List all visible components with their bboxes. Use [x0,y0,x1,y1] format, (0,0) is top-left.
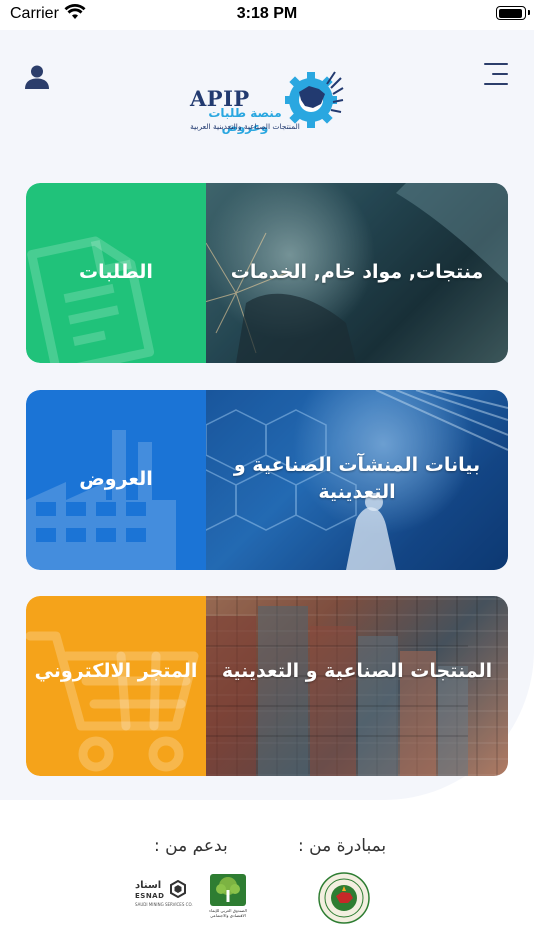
tree-icon [210,874,246,906]
menu-line [484,83,508,85]
battery-icon [496,6,530,20]
app-logo: APIP منصة طلبات وعروض المنتجات الصناعية … [185,64,345,140]
products-label: منتجات, مواد خام, الخدمات [230,261,484,283]
store-tile[interactable] [26,596,206,776]
industrial-products-label: المنتجات الصناعية و التعدينية [221,660,493,682]
initiative-label: بمبادرة من : [298,836,387,856]
industrial-products-photo[interactable] [196,596,508,776]
support-label: بدعم من : [154,836,228,856]
user-icon[interactable] [24,64,50,90]
status-bar: Carrier 3:18 PM [0,0,534,30]
arab-organization-emblem-icon [318,872,370,924]
esnad-tagline: SAUDI MINING SERVICES CO. [135,902,193,907]
esnad-name-ar: اسناد [135,880,162,891]
menu-line [484,63,508,65]
esnad-name-en: ESNAD [135,892,165,900]
clock: 3:18 PM [236,5,298,22]
arab-fund-logo: الصندوق العربي للإنماء الاقتصادي والاجتم… [208,872,248,918]
offers-label: العروض [79,468,153,490]
card-products: الطلبات منتجات, مواد خام, الخدمات [26,183,508,363]
card-facilities: العروض بيانات المنشآت الصناعية و التعدين… [26,390,508,570]
hamburger-menu-button[interactable] [484,63,508,85]
hexagon-mark-icon [170,880,186,898]
requests-label: الطلبات [79,261,153,283]
esnad-logo: اسناد ESNAD SAUDI MINING SERVICES CO. [135,878,195,910]
store-label: المتجر الالكتروني [34,660,198,682]
fund-name: الصندوق العربي للإنماء الاقتصادي والاجتم… [209,908,247,918]
card-industrial-products: المتجر الالكتروني المنتجات الصناعية و ال… [26,596,508,776]
shopping-cart-icon [26,631,199,772]
facilities-label: بيانات المنشآت الصناعية و التعدينية [233,454,481,503]
gear-map-icon [285,71,344,128]
menu-line [492,73,508,75]
